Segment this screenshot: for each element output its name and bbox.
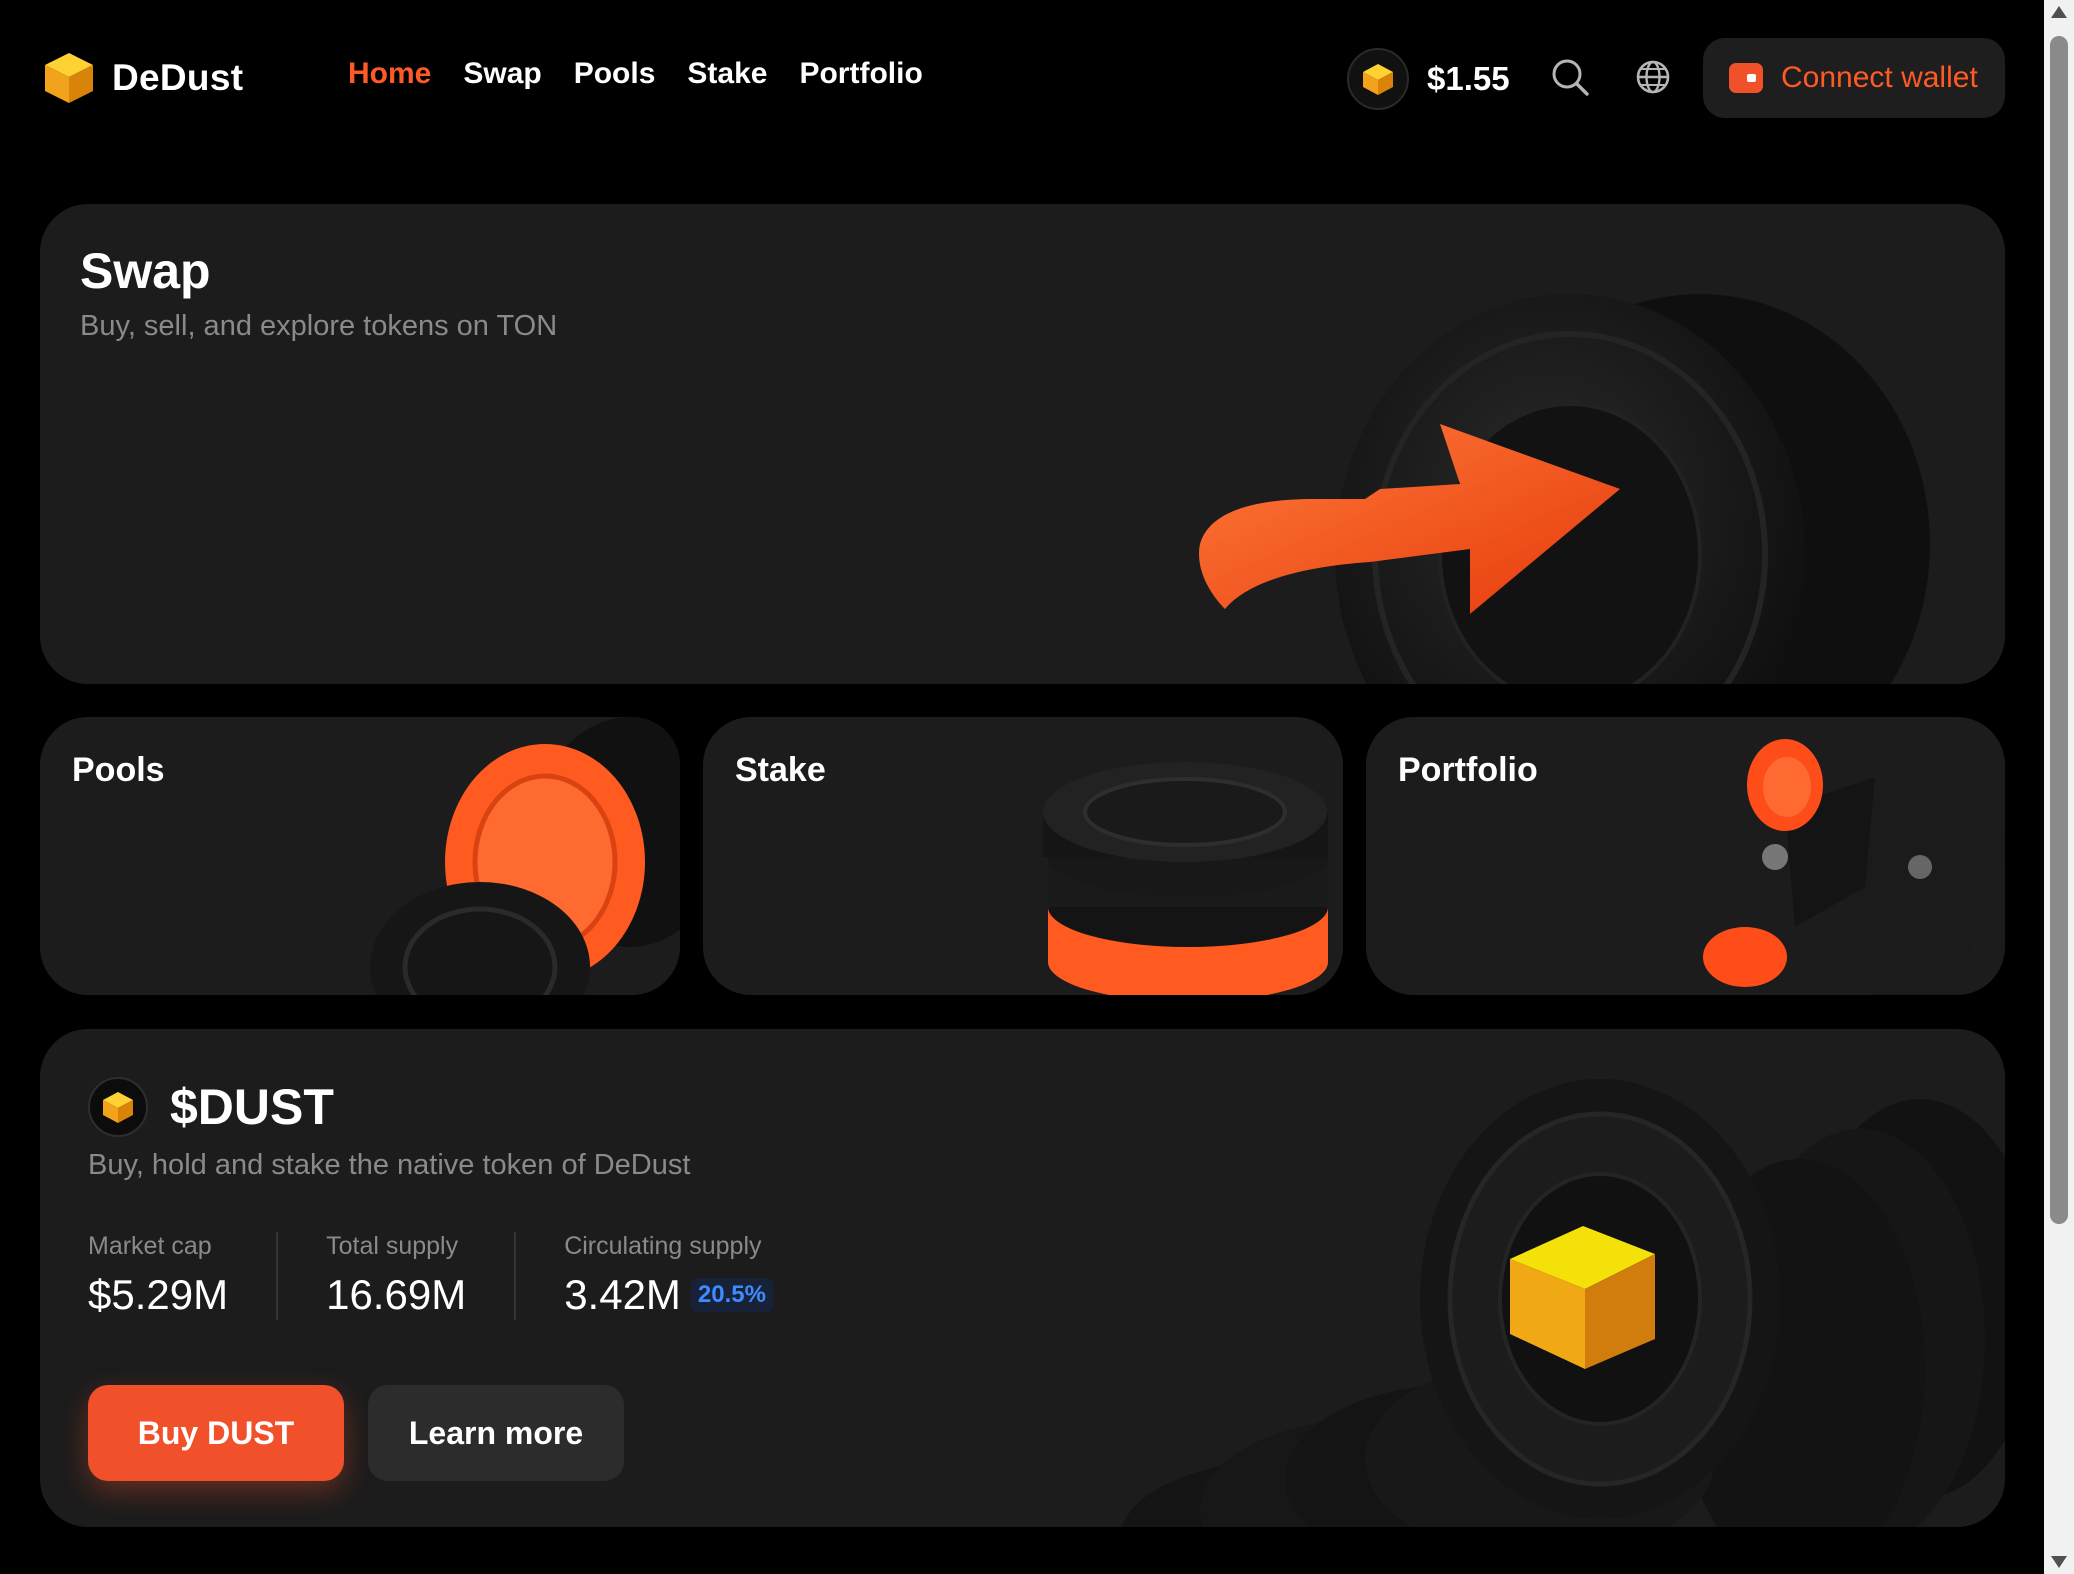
- stat-circulating-supply: Circulating supply 3.42M 20.5%: [564, 1232, 821, 1320]
- swap-illustration: [1199, 294, 1930, 684]
- price-value: $1.55: [1427, 60, 1510, 97]
- portfolio-illustration: [1703, 739, 2005, 995]
- learn-more-button[interactable]: Learn more: [368, 1385, 624, 1481]
- buy-dust-button[interactable]: Buy DUST: [88, 1385, 344, 1481]
- search-icon[interactable]: [1543, 50, 1597, 104]
- pools-card-title: Pools: [72, 751, 165, 789]
- dust-illustration: [1121, 1079, 2005, 1527]
- connect-wallet-button[interactable]: Connect wallet: [1703, 38, 2005, 118]
- swap-title: Swap: [80, 243, 211, 299]
- globe-icon[interactable]: [1626, 50, 1680, 104]
- stake-card-title: Stake: [735, 751, 826, 789]
- swap-subtitle: Buy, sell, and explore tokens on TON: [80, 310, 558, 342]
- stat-label: Circulating supply: [564, 1232, 762, 1260]
- dust-token-icon: [88, 1077, 148, 1137]
- pools-illustration: [370, 717, 680, 995]
- pools-card[interactable]: Pools: [40, 717, 680, 995]
- portfolio-card[interactable]: Portfolio: [1366, 717, 2005, 995]
- dust-token-card: $DUST Buy, hold and stake the native tok…: [40, 1029, 2005, 1527]
- stat-value: 16.69M: [326, 1271, 467, 1318]
- circulating-percent-badge: 20.5%: [690, 1278, 773, 1312]
- brand-logo[interactable]: DeDust: [42, 50, 243, 106]
- connect-wallet-label: Connect wallet: [1781, 61, 1978, 94]
- stat-value: $5.29M: [88, 1271, 229, 1318]
- scroll-down-arrow-icon[interactable]: [2051, 1556, 2067, 1568]
- stat-total-supply: Total supply 16.69M: [326, 1232, 517, 1320]
- main-nav: Home Swap Pools Stake Portfolio: [348, 57, 923, 91]
- stake-illustration: [1043, 762, 1328, 995]
- brand-name: DeDust: [112, 57, 244, 98]
- page-scrollbar[interactable]: [2044, 0, 2074, 1574]
- dust-title: $DUST: [170, 1079, 334, 1135]
- portfolio-card-title: Portfolio: [1398, 751, 1538, 789]
- scrollbar-thumb[interactable]: [2050, 36, 2068, 1224]
- top-header: DeDust Home Swap Pools Stake Portfolio $…: [0, 0, 2040, 160]
- dust-token-icon: [1347, 48, 1409, 110]
- wallet-icon: [1729, 63, 1763, 93]
- stat-value: 3.42M: [564, 1271, 681, 1318]
- stat-market-cap: Market cap $5.29M: [88, 1232, 279, 1320]
- stake-card[interactable]: Stake: [703, 717, 1343, 995]
- nav-stake[interactable]: Stake: [687, 57, 767, 91]
- scroll-up-arrow-icon[interactable]: [2051, 6, 2067, 18]
- dust-subtitle: Buy, hold and stake the native token of …: [88, 1149, 691, 1181]
- nav-portfolio[interactable]: Portfolio: [799, 57, 922, 91]
- stat-label: Total supply: [326, 1232, 459, 1260]
- cube-icon: [45, 53, 93, 103]
- dust-stats: Market cap $5.29M Total supply 16.69M Ci…: [88, 1232, 869, 1320]
- dust-price[interactable]: $1.55: [1347, 48, 1510, 110]
- nav-swap[interactable]: Swap: [463, 57, 541, 91]
- dust-header: $DUST: [88, 1077, 334, 1137]
- stat-label: Market cap: [88, 1232, 212, 1260]
- nav-pools[interactable]: Pools: [574, 57, 656, 91]
- nav-home[interactable]: Home: [348, 57, 431, 91]
- swap-card[interactable]: Swap Buy, sell, and explore tokens on TO…: [40, 204, 2005, 684]
